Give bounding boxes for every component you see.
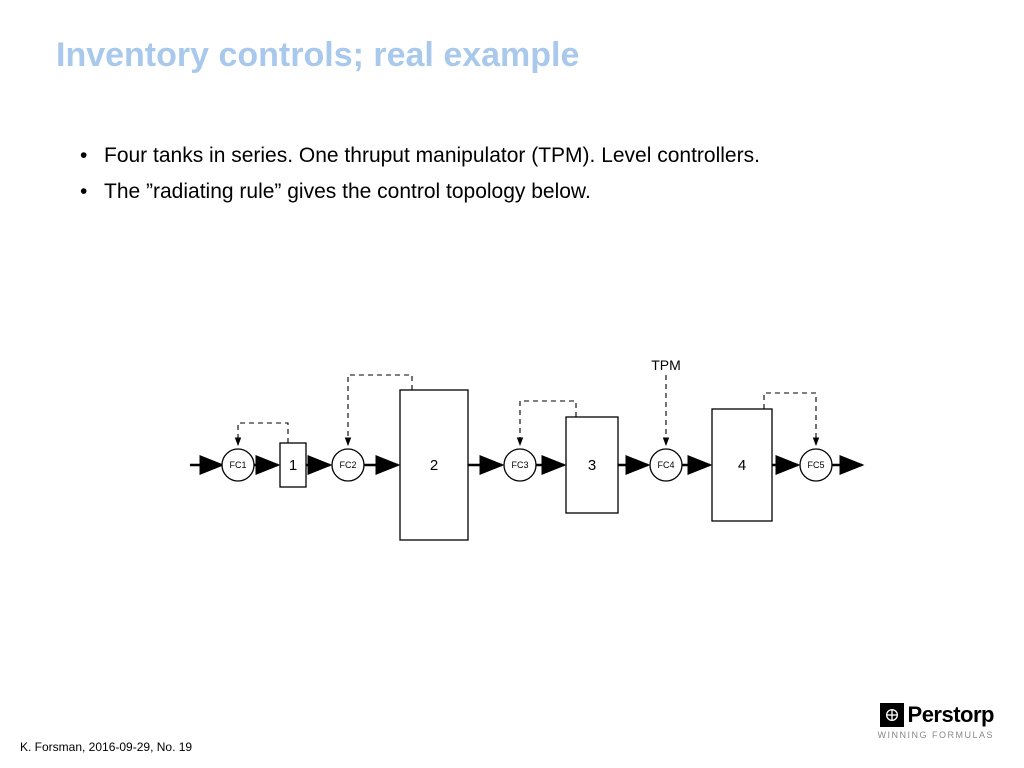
slide-footer: K. Forsman, 2016-09-29, No. 19 bbox=[20, 740, 192, 754]
fc2-label: FC2 bbox=[339, 460, 356, 470]
fc3-label: FC3 bbox=[511, 460, 528, 470]
brand-logo: Perstorp WINNING FORMULAS bbox=[877, 702, 994, 740]
bullet-list: • Four tanks in series. One thruput mani… bbox=[80, 138, 760, 209]
fc4-label: FC4 bbox=[657, 460, 674, 470]
logo-tagline: WINNING FORMULAS bbox=[877, 730, 994, 740]
bullet-text: Four tanks in series. One thruput manipu… bbox=[104, 138, 760, 174]
process-diagram: FC1 1 FC2 2 FC3 3 bbox=[170, 335, 870, 575]
bullet-item: • The ”radiating rule” gives the control… bbox=[80, 174, 760, 210]
tank1-label: 1 bbox=[289, 457, 297, 474]
logo-name: Perstorp bbox=[908, 702, 994, 728]
tpm-label: TPM bbox=[651, 357, 681, 373]
logo-mark-icon bbox=[880, 703, 904, 727]
tank3-label: 3 bbox=[588, 457, 596, 474]
fc1-label: FC1 bbox=[229, 460, 246, 470]
slide-title: Inventory controls; real example bbox=[56, 36, 579, 75]
tank2-label: 2 bbox=[430, 457, 438, 474]
bullet-dot: • bbox=[80, 138, 104, 174]
bullet-item: • Four tanks in series. One thruput mani… bbox=[80, 138, 760, 174]
tank4-label: 4 bbox=[738, 457, 746, 474]
fc5-label: FC5 bbox=[807, 460, 824, 470]
bullet-dot: • bbox=[80, 174, 104, 210]
bullet-text: The ”radiating rule” gives the control t… bbox=[104, 174, 591, 210]
